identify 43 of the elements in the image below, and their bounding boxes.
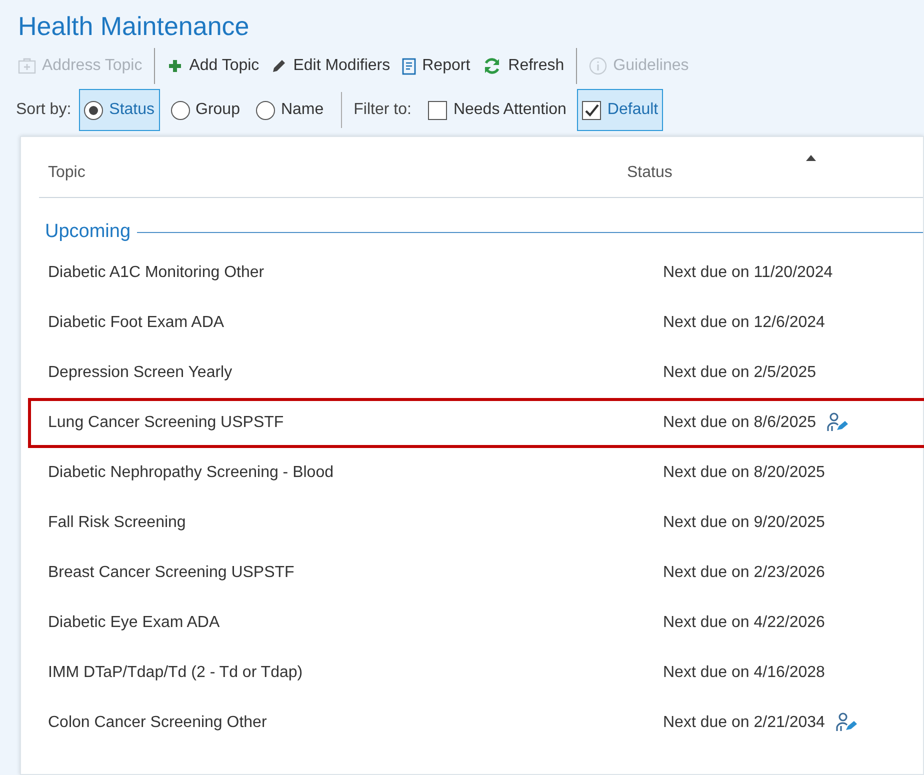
status-cell-text: Next due on 8/20/2025 [663, 463, 825, 483]
status-cell-text: Next due on 12/6/2024 [663, 313, 825, 333]
sort-radio[interactable]: Group [166, 89, 245, 131]
status-cell-text: Next due on 9/20/2025 [663, 513, 825, 533]
status-cell-text: Next due on 2/5/2025 [663, 363, 816, 383]
status-cell-text: Next due on 2/21/2034 [663, 713, 825, 733]
person-pencil-icon [826, 412, 850, 434]
filter-checkbox[interactable]: Default [577, 89, 664, 131]
checkmark-icon [584, 102, 600, 118]
topic-cell-text: Colon Cancer Screening Other [48, 713, 268, 733]
toolbar-button[interactable]: Refresh [482, 54, 564, 78]
column-header[interactable]: Status [627, 161, 672, 197]
status-cell-text: Next due on 2/23/2026 [663, 563, 825, 583]
status-cell-text: Next due on 11/20/2024 [663, 263, 833, 283]
toolbar-button[interactable]: Edit Modifiers [271, 54, 390, 78]
topic-cell-text: Diabetic Foot Exam ADA [48, 313, 226, 333]
plus-box-icon [18, 58, 36, 74]
plus-icon [167, 58, 184, 74]
status-cell-text: Next due on 4/22/2026 [663, 613, 825, 633]
pencil-icon [271, 58, 288, 74]
topic-cell-text: Diabetic Nephropathy Screening - Blood [48, 463, 334, 483]
status-cell-text: Next due on 4/16/2028 [663, 663, 825, 683]
sort-radio[interactable]: Name [250, 89, 329, 131]
topic-cell-text: IMM DTaP/Tdap/Td (2 - Td or Tdap) [48, 663, 304, 683]
topic-cell-text: Diabetic A1C Monitoring Other [48, 263, 266, 283]
page-title: Health Maintenance [18, 10, 250, 42]
filter-label: Filter to: [354, 100, 412, 120]
column-header[interactable]: Topic [39, 161, 627, 197]
document-icon [402, 58, 416, 74]
topic-cell-text: Fall Risk Screening [48, 513, 187, 533]
sort-label: Sort by: [16, 100, 72, 120]
group-header: Upcoming [45, 220, 131, 244]
sort-radio[interactable]: Status [79, 89, 160, 131]
topic-cell-text: Depression Screen Yearly [48, 363, 234, 383]
filter-checkbox[interactable]: Needs Attention [423, 89, 572, 131]
topic-cell-text: Breast Cancer Screening USPSTF [48, 563, 296, 583]
toolbar-button[interactable]: Add Topic [167, 54, 260, 78]
toolbar-button[interactable]: Report [402, 54, 470, 78]
status-cell-text: Next due on 8/6/2025 [663, 413, 816, 433]
topic-cell-text: Lung Cancer Screening USPSTF [48, 413, 285, 433]
info-icon [589, 57, 608, 75]
person-pencil-icon [834, 712, 859, 734]
topic-cell-text: Diabetic Eye Exam ADA [48, 613, 221, 633]
